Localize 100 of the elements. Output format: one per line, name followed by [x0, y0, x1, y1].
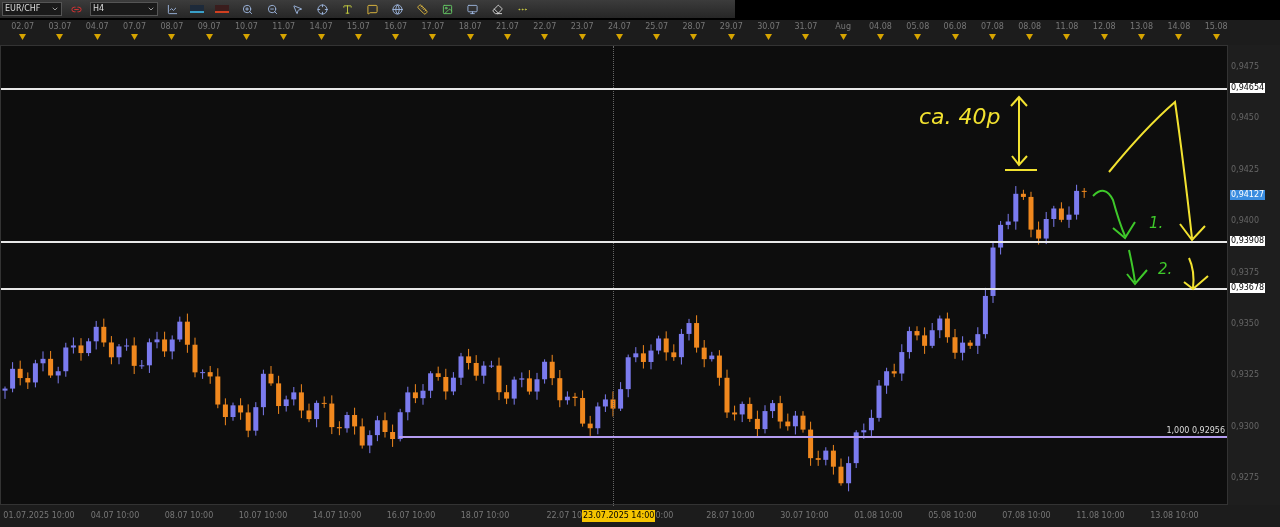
date-label: 08.08	[1018, 21, 1042, 33]
date-label: 04.08	[869, 21, 892, 33]
marker-icon	[131, 34, 139, 40]
time-label: 18.07 10:00	[459, 510, 511, 522]
price-label: 0,9300	[1231, 421, 1259, 432]
marker-icon	[578, 34, 586, 40]
date-label: 14.07	[309, 21, 333, 33]
hand-drawn-arrow	[1181, 256, 1211, 292]
date-label: 07.07	[123, 21, 146, 33]
marker-icon	[839, 34, 847, 40]
date-label: 31.07	[794, 21, 818, 33]
marker-icon	[765, 34, 773, 40]
handwritten-note: 2.	[1158, 262, 1173, 277]
time-label: 28.07 10:00	[705, 510, 756, 522]
date-label: 15.07	[346, 21, 370, 33]
price-label: 0,9450	[1231, 113, 1259, 124]
caret-icon	[51, 5, 59, 13]
time-label: 14.07 10:00	[311, 510, 363, 522]
date-label: 23.07	[570, 21, 594, 33]
date-label: 25.07	[645, 21, 669, 33]
marker-icon	[1063, 34, 1071, 40]
marker-icon	[951, 34, 959, 40]
date-label: 18.07	[458, 21, 482, 33]
date-label: 28.07	[682, 21, 706, 33]
date-label: 15.08	[1204, 21, 1228, 33]
time-label: 10.07 10:00	[237, 510, 289, 522]
marker-icon	[615, 34, 623, 40]
price-label: 0,9275	[1231, 473, 1259, 484]
date-label: 09.07	[197, 21, 221, 33]
price-label: 0,9425	[1231, 164, 1259, 175]
crosshair-time-label: 23.07.2025 14:00	[582, 510, 656, 522]
date-label: 17.07	[421, 21, 445, 33]
handwritten-note: 1.	[1149, 216, 1164, 231]
marker-icon	[802, 34, 810, 40]
date-label: 10.07	[234, 21, 258, 33]
marker-icon	[1100, 34, 1108, 40]
price-tag: 0,93678	[1230, 283, 1266, 293]
time-label: 22.07 10	[545, 510, 582, 522]
marker-icon	[56, 34, 64, 40]
date-label: 04.07	[85, 21, 109, 33]
marker-icon	[93, 34, 101, 40]
time-label: 04.07 10:00	[89, 510, 141, 522]
marker-icon	[1138, 34, 1146, 40]
date-label: 06.08	[943, 21, 967, 33]
date-label: 24.07	[607, 21, 631, 33]
marker-icon	[727, 34, 735, 40]
price-label: 0,9375	[1231, 267, 1259, 278]
date-label: 03.07	[48, 21, 72, 33]
price-label: 0,9350	[1231, 319, 1259, 329]
time-label: 16.07 10:00	[385, 510, 437, 522]
time-label: 01.07.2025 10:00	[2, 510, 76, 522]
date-label: 30.07	[757, 21, 781, 33]
date-label: Aug	[835, 21, 851, 33]
date-label: 11.07	[272, 21, 296, 33]
marker-icon	[205, 34, 213, 40]
marker-icon	[690, 34, 698, 40]
marker-icon	[19, 34, 27, 40]
date-label: 05.08	[906, 21, 930, 33]
date-label: 12.08	[1092, 21, 1116, 33]
marker-icon	[242, 34, 250, 40]
marker-icon	[354, 34, 362, 40]
marker-icon	[1175, 34, 1183, 40]
marker-icon	[914, 34, 922, 40]
marker-icon	[317, 34, 325, 40]
date-label: 11.08	[1055, 21, 1079, 33]
marker-icon	[541, 34, 549, 40]
marker-icon	[168, 34, 176, 40]
time-label: 07.08 10:00	[1001, 510, 1052, 522]
time-label: 13.08 10:00	[1149, 510, 1200, 522]
price-label: 0,9400	[1231, 216, 1259, 227]
date-label: 07.08	[980, 21, 1004, 33]
current-price-tag: 0,94127	[1230, 190, 1266, 200]
handwritten-note: ca. 40p	[919, 106, 1001, 128]
price-label: 0,9325	[1231, 370, 1259, 381]
date-label: 16.07	[384, 21, 408, 33]
time-label: 08.07 10:00	[163, 510, 215, 522]
date-label: 29.07	[719, 21, 743, 33]
marker-icon	[988, 34, 996, 40]
marker-icon	[504, 34, 511, 40]
marker-icon	[392, 34, 400, 40]
price-tag: 0,93908	[1230, 236, 1266, 246]
price-label: 0,9475	[1231, 62, 1259, 72]
marker-icon	[1026, 34, 1034, 40]
level-label: 1,000 0,92956	[1166, 426, 1225, 436]
time-label: 01.08 10:00	[853, 510, 904, 522]
marker-icon	[653, 34, 661, 40]
date-label: 08.07	[160, 21, 184, 33]
marker-icon	[280, 34, 288, 40]
price-tag: 0,94654	[1230, 83, 1266, 93]
date-label: 14.08	[1167, 21, 1191, 33]
marker-icon	[1212, 34, 1220, 40]
symbol-dropdown[interactable]: EUR/CHF	[2, 2, 62, 16]
marker-icon	[466, 34, 474, 40]
caret-icon	[147, 5, 155, 13]
timeframe-dropdown[interactable]: H4	[90, 2, 158, 16]
marker-icon	[876, 34, 884, 40]
date-label: 02.07	[11, 21, 35, 33]
date-label: 22.07	[533, 21, 557, 33]
date-label: 13.08	[1130, 21, 1153, 33]
date-label: 21.07	[496, 21, 519, 33]
